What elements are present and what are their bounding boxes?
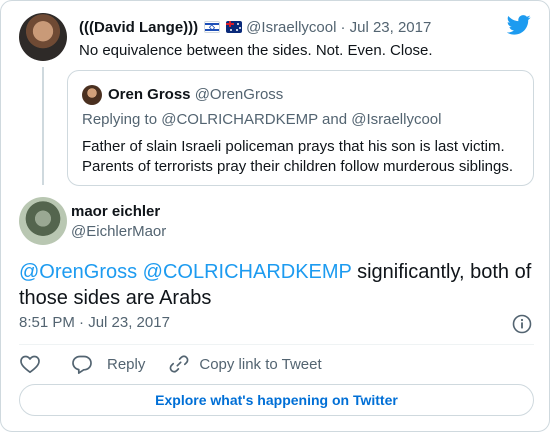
divider xyxy=(19,344,534,345)
reply-label: Reply xyxy=(107,355,146,373)
australia-flag-icon xyxy=(226,21,243,33)
mention-link[interactable]: @OrenGross xyxy=(19,261,137,283)
thread-line xyxy=(42,67,44,185)
avatar xyxy=(82,85,102,105)
tweet-date[interactable]: · Jul 23, 2017 xyxy=(340,19,431,36)
quoted-tweet-text: Father of slain Israeli policeman prays … xyxy=(82,138,514,175)
twitter-bird-icon[interactable] xyxy=(507,15,531,35)
main-tweet-text: @OrenGross @COLRICHARDKEMP significantly… xyxy=(19,259,534,311)
link-icon xyxy=(169,355,189,373)
parent-tweet[interactable]: (((David Lange))) @Israellycool · Jul 23… xyxy=(19,13,534,193)
tweet-actions: Reply Copy link to Tweet xyxy=(19,353,322,375)
author-handle[interactable]: @EichlerMaor xyxy=(71,223,166,240)
israel-flag-icon xyxy=(204,21,221,33)
reply-bubble-icon xyxy=(72,355,92,374)
tweet-embed-card: (((David Lange))) @Israellycool · Jul 23… xyxy=(0,0,550,432)
quoted-tweet[interactable]: Oren Gross @OrenGross Replying to @COLRI… xyxy=(67,70,534,186)
reply-button[interactable]: Reply xyxy=(71,354,145,374)
author-name[interactable]: (((David Lange))) xyxy=(79,19,198,36)
copy-link-label: Copy link to Tweet xyxy=(199,355,322,373)
heart-icon xyxy=(20,355,40,374)
quoted-tweet-header: Oren Gross @OrenGross xyxy=(108,86,283,103)
avatar[interactable] xyxy=(19,13,67,61)
author-name: Oren Gross xyxy=(108,86,191,103)
author-handle: @OrenGross xyxy=(194,86,284,103)
replying-to: Replying to @COLRICHARDKEMP and @Israell… xyxy=(82,111,442,128)
info-icon[interactable] xyxy=(512,314,532,334)
explore-twitter-button[interactable]: Explore what's happening on Twitter xyxy=(19,384,534,416)
author-handle[interactable]: @Israellycool xyxy=(246,19,336,36)
tweet-timestamp[interactable]: 8:51 PM · Jul 23, 2017 xyxy=(19,314,170,331)
parent-tweet-header: (((David Lange))) @Israellycool · Jul 23… xyxy=(79,17,431,37)
like-button[interactable] xyxy=(19,354,41,374)
avatar[interactable] xyxy=(19,197,67,245)
tweet-text: No equivalence between the sides. Not. E… xyxy=(79,42,433,59)
copy-link-button[interactable]: Copy link to Tweet xyxy=(169,354,322,374)
author-name[interactable]: maor eichler xyxy=(71,203,160,220)
mention-link[interactable]: @COLRICHARDKEMP xyxy=(143,261,352,283)
